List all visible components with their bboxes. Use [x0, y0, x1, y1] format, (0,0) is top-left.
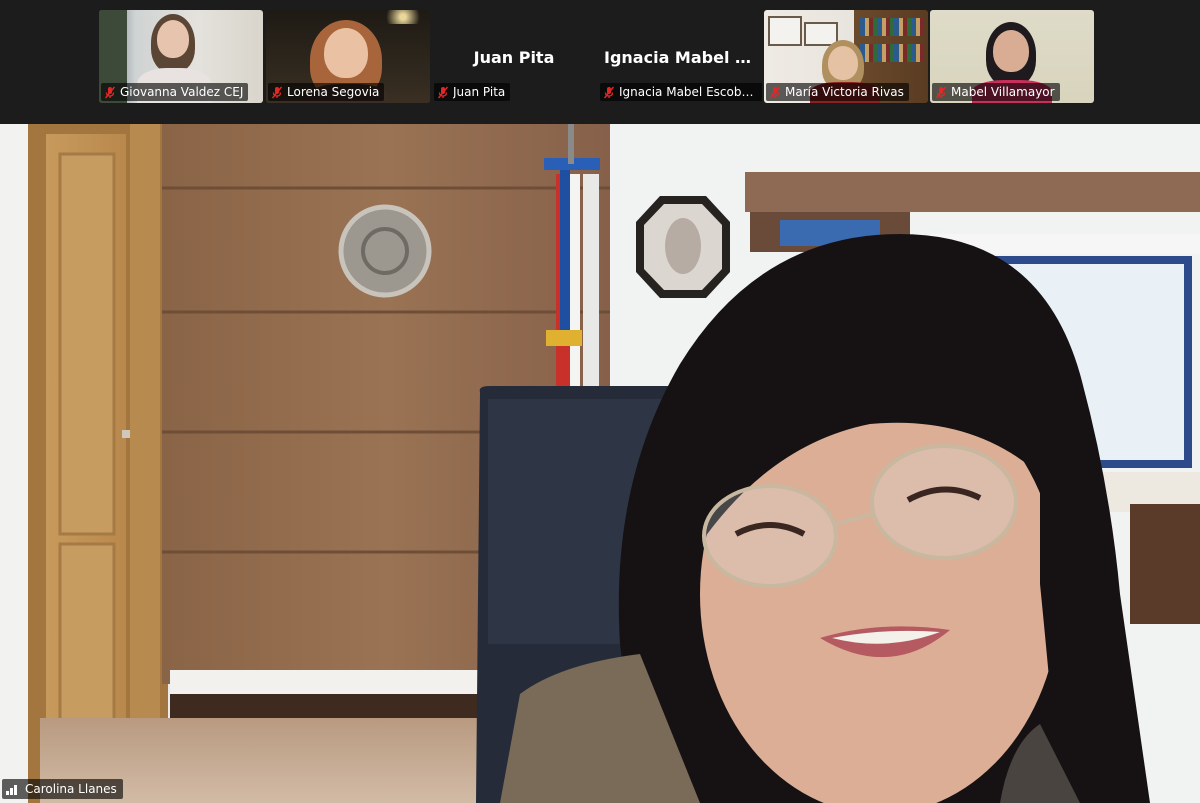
participant-nametag: María Victoria Rivas	[766, 83, 909, 101]
participant-name: Ignacia Mabel Escobar ...	[619, 85, 759, 99]
participant-nametag: Lorena Segovia	[268, 83, 385, 101]
mic-muted-icon	[437, 86, 449, 98]
participant-tile-juan[interactable]: Juan Pita Juan Pita	[432, 10, 596, 103]
mic-muted-icon	[935, 86, 947, 98]
participant-tile-lorena[interactable]: Lorena Segovia	[266, 10, 430, 103]
participant-name: Giovanna Valdez CEJ	[120, 85, 244, 99]
participant-tile-ignacia[interactable]: Ignacia Mabel E... Ignacia Mabel Escobar…	[598, 10, 762, 103]
active-speaker-nametag: Carolina Llanes	[2, 779, 123, 799]
participant-nametag: Giovanna Valdez CEJ	[101, 83, 249, 101]
participant-tile-mabel[interactable]: Mabel Villamayor	[930, 10, 1094, 103]
participant-name: Juan Pita	[453, 85, 506, 99]
participant-nametag: Juan Pita	[434, 83, 511, 101]
participant-name: Mabel Villamayor	[951, 85, 1055, 99]
participant-nametag: Ignacia Mabel Escobar ...	[600, 83, 762, 101]
mic-muted-icon	[104, 86, 116, 98]
signal-strength-icon	[6, 785, 17, 795]
participant-display-name: Juan Pita	[473, 48, 555, 67]
active-speaker-name: Carolina Llanes	[25, 782, 117, 796]
participant-name: María Victoria Rivas	[785, 85, 904, 99]
speaker-video-frame	[0, 124, 1200, 803]
mic-muted-icon	[271, 86, 283, 98]
participant-nametag: Mabel Villamayor	[932, 83, 1060, 101]
participant-tile-giovanna[interactable]: Giovanna Valdez CEJ	[99, 10, 263, 103]
mic-muted-icon	[769, 86, 781, 98]
participant-tile-maria[interactable]: María Victoria Rivas	[764, 10, 928, 103]
active-speaker-video[interactable]: Carolina Llanes	[0, 124, 1200, 803]
participant-strip: Giovanna Valdez CEJ Lorena Segovia Juan …	[0, 0, 1200, 124]
participant-display-name: Ignacia Mabel E...	[604, 48, 762, 67]
participant-name: Lorena Segovia	[287, 85, 380, 99]
mic-muted-icon	[603, 86, 615, 98]
